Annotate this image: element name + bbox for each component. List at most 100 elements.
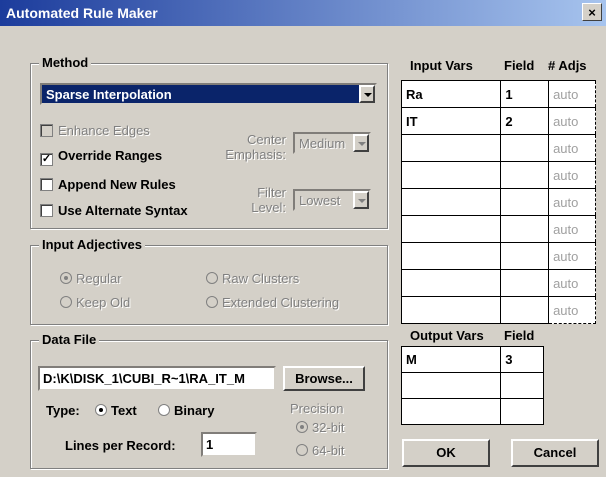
- table-row: auto: [400, 269, 596, 297]
- output-var-cell[interactable]: M: [400, 346, 502, 373]
- use-alternate-syntax-checkbox[interactable]: Use Alternate Syntax: [40, 203, 188, 218]
- input-var-cell[interactable]: [400, 215, 502, 243]
- adjs-cell[interactable]: auto: [548, 134, 596, 162]
- field-cell[interactable]: 2: [500, 107, 550, 135]
- checkbox-icon: [40, 204, 53, 217]
- title-bar: Automated Rule Maker ×: [0, 0, 606, 26]
- browse-button[interactable]: Browse...: [283, 366, 365, 391]
- field-cell[interactable]: [500, 161, 550, 189]
- adjs-cell[interactable]: auto: [548, 215, 596, 243]
- adjs-cell[interactable]: auto: [548, 242, 596, 270]
- output-vars-body: M3: [400, 346, 544, 425]
- append-new-rules-label: Append New Rules: [58, 177, 176, 192]
- adjs-cell[interactable]: auto: [548, 269, 596, 297]
- data-file-path-input[interactable]: D:\K\DISK_1\CUBI_R~1\RA_IT_M: [38, 366, 276, 391]
- adjs-header: # Adjs: [548, 58, 587, 73]
- input-var-cell[interactable]: IT: [400, 107, 502, 135]
- precision-label: Precision: [290, 401, 344, 416]
- field-cell[interactable]: 3: [500, 346, 544, 373]
- input-var-cell[interactable]: [400, 134, 502, 162]
- table-row: auto: [400, 242, 596, 270]
- bit32-radio[interactable]: 32-bit: [296, 420, 345, 435]
- field-cell[interactable]: [500, 398, 544, 425]
- cancel-button[interactable]: Cancel: [511, 439, 599, 467]
- field-cell[interactable]: [500, 372, 544, 399]
- table-row: auto: [400, 161, 596, 189]
- enhance-edges-label: Enhance Edges: [58, 123, 150, 138]
- field-cell[interactable]: [500, 242, 550, 270]
- table-row: [400, 398, 544, 425]
- method-select[interactable]: Sparse Interpolation: [40, 83, 377, 105]
- append-new-rules-checkbox[interactable]: Append New Rules: [40, 177, 176, 192]
- output-field-header: Field: [504, 328, 535, 343]
- field-cell[interactable]: [500, 188, 550, 216]
- text-radio[interactable]: Text: [95, 403, 137, 418]
- input-vars-body: Ra 1 auto IT 2 auto auto auto auto auto auto auto au…: [400, 80, 596, 324]
- keep-old-radio[interactable]: Keep Old: [60, 295, 130, 310]
- input-vars-header: Input Vars: [410, 58, 473, 73]
- adjs-cell[interactable]: auto: [548, 296, 596, 324]
- checkbox-icon: [40, 178, 53, 191]
- output-var-cell[interactable]: [400, 398, 502, 425]
- input-field-header: Field: [504, 58, 535, 73]
- override-ranges-label: Override Ranges: [58, 148, 163, 163]
- enhance-edges-checkbox[interactable]: Enhance Edges: [40, 123, 150, 138]
- chevron-down-icon[interactable]: [353, 134, 369, 152]
- adjs-cell[interactable]: auto: [548, 80, 596, 108]
- use-alternate-syntax-label: Use Alternate Syntax: [58, 203, 188, 218]
- extended-clustering-radio[interactable]: Extended Clustering: [206, 295, 339, 310]
- ok-button[interactable]: OK: [402, 439, 490, 467]
- filter-level-select[interactable]: Lowest: [293, 189, 371, 211]
- adjs-cell[interactable]: auto: [548, 188, 596, 216]
- adjs-cell[interactable]: auto: [548, 107, 596, 135]
- radio-icon: [95, 404, 107, 416]
- checkmark-icon: ✓: [40, 153, 53, 166]
- output-vars-header: Output Vars: [410, 328, 484, 343]
- override-ranges-checkbox[interactable]: ✓ Override Ranges: [40, 148, 162, 166]
- radio-icon: [206, 272, 218, 284]
- radio-icon: [60, 296, 72, 308]
- input-var-cell[interactable]: [400, 269, 502, 297]
- binary-radio[interactable]: Binary: [158, 403, 214, 418]
- table-row: Ra 1 auto: [400, 80, 596, 108]
- field-cell[interactable]: [500, 296, 550, 324]
- radio-icon: [296, 421, 308, 433]
- table-row: IT 2 auto: [400, 107, 596, 135]
- table-row: auto: [400, 215, 596, 243]
- field-cell[interactable]: [500, 134, 550, 162]
- center-emphasis-select[interactable]: Medium: [293, 132, 371, 154]
- radio-icon: [296, 444, 308, 456]
- bit64-radio[interactable]: 64-bit: [296, 443, 345, 458]
- input-var-cell[interactable]: [400, 161, 502, 189]
- chevron-down-icon[interactable]: [353, 191, 369, 209]
- chevron-down-icon[interactable]: [359, 85, 375, 103]
- radio-icon: [158, 404, 170, 416]
- table-row: [400, 372, 544, 399]
- field-cell[interactable]: [500, 269, 550, 297]
- method-group-title: Method: [39, 55, 92, 70]
- output-var-cell[interactable]: [400, 372, 502, 399]
- checkbox-icon: [40, 124, 53, 137]
- input-var-cell[interactable]: [400, 296, 502, 324]
- input-var-cell[interactable]: [400, 242, 502, 270]
- input-var-cell[interactable]: Ra: [400, 80, 502, 108]
- data-file-path-value: D:\K\DISK_1\CUBI_R~1\RA_IT_M: [43, 371, 245, 386]
- method-selected-value: Sparse Interpolation: [46, 87, 172, 102]
- filter-level-value: Lowest: [299, 193, 341, 208]
- window-title: Automated Rule Maker: [6, 5, 158, 21]
- lines-per-record-label: Lines per Record:: [65, 438, 176, 453]
- lines-per-record-input[interactable]: 1: [201, 432, 257, 457]
- table-row: M3: [400, 346, 544, 373]
- table-row: auto: [400, 296, 596, 324]
- regular-radio[interactable]: Regular: [60, 271, 122, 286]
- type-label: Type:: [46, 403, 80, 418]
- radio-icon: [60, 272, 72, 284]
- adjs-cell[interactable]: auto: [548, 161, 596, 189]
- output-vars-table: M3: [400, 346, 544, 425]
- field-cell[interactable]: 1: [500, 80, 550, 108]
- raw-clusters-radio[interactable]: Raw Clusters: [206, 271, 299, 286]
- close-button[interactable]: ×: [582, 3, 602, 21]
- table-row: auto: [400, 134, 596, 162]
- input-var-cell[interactable]: [400, 188, 502, 216]
- field-cell[interactable]: [500, 215, 550, 243]
